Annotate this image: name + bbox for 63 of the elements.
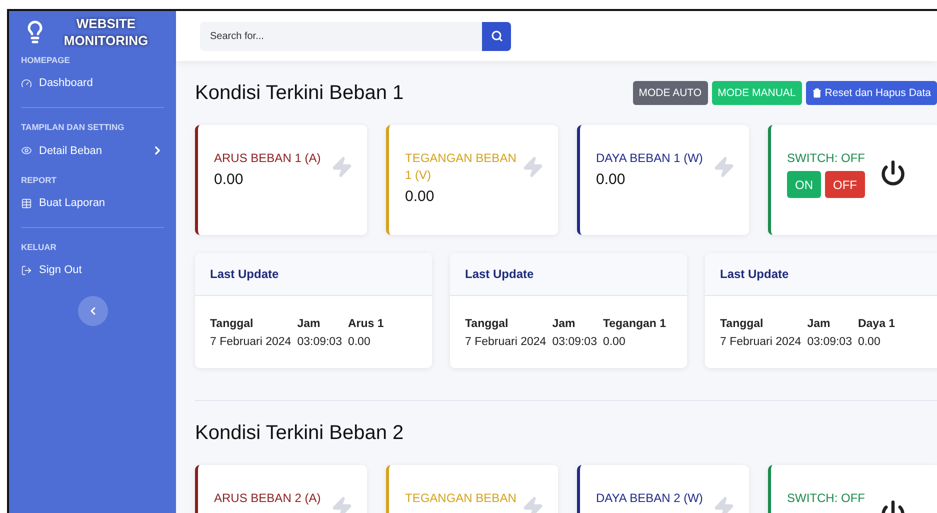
section-title: Kondisi Terkini Beban 1 (195, 82, 404, 104)
off-button[interactable]: OFF (825, 171, 865, 198)
card-title: Last Update (465, 267, 534, 281)
sidebar-item[interactable]: Sign Out (21, 252, 164, 280)
mode-button[interactable]: MODE MANUAL (712, 81, 802, 105)
table-cell: 7 Februari 2024 (210, 336, 292, 348)
lightning-icon (331, 156, 353, 178)
section-heading: REPORT (21, 175, 58, 185)
sidebar-item-icon (21, 264, 32, 276)
search-icon (490, 30, 502, 42)
metric-value: 0.00 (405, 188, 436, 205)
lightning-icon (713, 496, 735, 513)
column-header: Daya 1 (858, 318, 896, 330)
card-title: Last Update (210, 267, 279, 281)
metric-value: 0.00 (214, 171, 244, 188)
section-heading: KELUAR (21, 242, 58, 252)
section-heading: TAMPILAN DAN SETTING (21, 122, 126, 132)
section-heading: HOMEPAGE (21, 55, 71, 65)
sidebar-item-icon (21, 145, 32, 156)
metric-value: 0.00 (596, 171, 626, 188)
switch-label: SWITCH: OFF (787, 150, 865, 167)
lightning-icon (331, 496, 353, 513)
search-field[interactable]: Search for... (200, 22, 482, 50)
column-header: Jam (807, 318, 832, 330)
column-header: Tanggal (465, 318, 510, 330)
table-cell-text: 0.00 (858, 336, 882, 348)
column-header: Tanggal (720, 318, 764, 330)
sidebar-item[interactable]: Detail Beban (21, 132, 164, 161)
sidebar-item[interactable]: Dashboard (21, 65, 164, 93)
mode-button[interactable]: Reset dan Hapus Data (806, 81, 937, 105)
mode-button[interactable]: MODE AUTO (632, 81, 708, 105)
sidebar-item-icon (21, 198, 32, 208)
switch-label: SWITCH: OFF (787, 490, 865, 507)
table-cell: 03:09:03 (807, 336, 852, 348)
table-cell: 03:09:03 (552, 336, 597, 348)
trash-icon (812, 88, 822, 98)
table-cell: 03:09:03 (297, 336, 342, 348)
on-button[interactable]: ON (787, 171, 821, 198)
lightning-icon (522, 156, 544, 178)
metric-label: ARUS BEBAN 2 (A) (214, 490, 322, 507)
column-header: Tanggal (210, 318, 254, 330)
table-cell: 7 Februari 2024 (465, 336, 546, 348)
metric-label: TEGANGAN BEBAN 1 (V) (405, 150, 518, 184)
section-title: Kondisi Terkini Beban 2 (195, 422, 404, 444)
metric-label: DAYA BEBAN 2 (W) (596, 490, 704, 507)
table-cell: 7 Februari 2024 (720, 336, 802, 348)
sidebar-item[interactable]: Buat Laporan (21, 185, 164, 213)
table-cell-text: 0.00 (602, 336, 626, 348)
lightning-icon (522, 496, 544, 513)
search-button[interactable] (482, 22, 511, 50)
column-header: Arus 1 (348, 318, 384, 330)
column-header: Jam (552, 318, 576, 330)
metric-label: ARUS BEBAN 1 (A) (214, 150, 322, 167)
sidebar-item-icon (21, 78, 32, 88)
metric-label: DAYA BEBAN 1 (W) (596, 150, 704, 167)
table-cell-text: 0.00 (348, 336, 372, 348)
metric-label: TEGANGAN BEBAN (405, 490, 518, 507)
lightning-icon (713, 156, 735, 178)
brand-title: WEBSITE MONITORING (62, 15, 150, 49)
column-header: Tegangan 1 (602, 318, 666, 330)
card-title: Last Update (720, 267, 789, 281)
power-icon[interactable] (880, 160, 906, 186)
column-header: Jam (297, 318, 322, 330)
